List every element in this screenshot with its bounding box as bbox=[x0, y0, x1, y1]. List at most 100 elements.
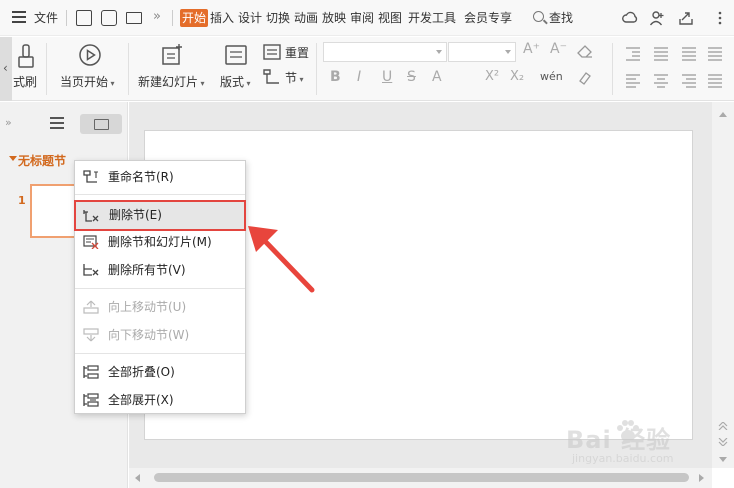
vertical-scrollbar[interactable] bbox=[712, 102, 734, 468]
dropdown-arrow-icon: ▾ bbox=[297, 75, 304, 84]
more-options-icon[interactable] bbox=[712, 10, 728, 26]
font-family-dropdown[interactable] bbox=[323, 42, 447, 62]
menu-item-label: 删除节和幻灯片(M) bbox=[108, 235, 212, 249]
font-color-icon[interactable]: A bbox=[432, 69, 442, 85]
search-icon[interactable] bbox=[533, 11, 544, 22]
thumbnail-view-button[interactable] bbox=[80, 114, 122, 134]
dropdown-arrow-icon bbox=[436, 50, 442, 54]
menu-divider bbox=[75, 288, 245, 289]
baidu-watermark: Bai 经验 jingyan.baidu.com bbox=[566, 412, 706, 472]
strikethrough-icon[interactable]: S bbox=[407, 69, 416, 85]
tab-member[interactable]: 会员专享 bbox=[464, 9, 512, 27]
print-icon[interactable] bbox=[126, 12, 142, 24]
new-slide-icon[interactable] bbox=[160, 43, 184, 67]
ribbon-divider bbox=[128, 43, 129, 95]
tab-review[interactable]: 审阅 bbox=[350, 9, 374, 27]
section-title[interactable]: 无标题节 bbox=[8, 152, 66, 169]
underline-icon[interactable]: U bbox=[382, 69, 392, 85]
slide-number: 1 bbox=[18, 194, 26, 207]
search-label[interactable]: 查找 bbox=[549, 9, 573, 27]
tab-insert[interactable]: 插入 bbox=[210, 9, 234, 27]
scroll-right-icon[interactable] bbox=[699, 474, 704, 482]
menu-item-expand-all[interactable]: 全部展开(X) bbox=[75, 388, 245, 412]
menu-item-label: 向下移动节(W) bbox=[108, 328, 190, 342]
shrink-font-icon[interactable]: A⁻ bbox=[550, 41, 567, 57]
cloud-sync-icon[interactable] bbox=[622, 10, 638, 26]
menu-item-label: 全部折叠(O) bbox=[108, 365, 175, 379]
reset-icon[interactable] bbox=[263, 44, 281, 60]
paragraph-tools[interactable] bbox=[624, 45, 730, 95]
play-from-current-icon[interactable] bbox=[78, 43, 102, 67]
clear-format-icon[interactable] bbox=[577, 44, 593, 58]
next-slide-icon[interactable] bbox=[718, 438, 728, 446]
watermark-site: jingyan.baidu.com bbox=[572, 452, 674, 465]
scroll-down-icon[interactable] bbox=[719, 457, 727, 462]
highlight-icon[interactable] bbox=[577, 70, 593, 86]
layout-icon[interactable] bbox=[224, 43, 248, 67]
tab-developer[interactable]: 开发工具 bbox=[408, 9, 456, 27]
menu-item-move-section-down[interactable]: 向下移动节(W) bbox=[75, 323, 245, 347]
section-button[interactable]: 节 ▾ bbox=[285, 69, 304, 86]
outline-view-icon[interactable] bbox=[50, 117, 64, 129]
ribbon-toolbar: ‹ 式刷 当页开始 ▾ 新建幻灯片 ▾ 版式 ▾ 重置 节 ▾ A⁺ A⁻ B … bbox=[0, 37, 734, 101]
previous-slide-icon[interactable] bbox=[718, 422, 728, 430]
section-icon[interactable] bbox=[263, 69, 281, 85]
menu-item-rename-section[interactable]: 重命名节(R) bbox=[75, 165, 245, 189]
dropdown-arrow-icon: ▾ bbox=[108, 79, 115, 88]
ribbon-divider bbox=[612, 43, 613, 95]
expand-all-icon bbox=[83, 393, 99, 407]
collapse-all-icon bbox=[83, 365, 99, 379]
menu-item-label: 向上移动节(U) bbox=[108, 300, 187, 314]
tab-design[interactable]: 设计 bbox=[238, 9, 262, 27]
superscript-icon[interactable]: X² bbox=[485, 69, 499, 84]
move-up-icon bbox=[83, 300, 99, 314]
menu-item-label: 重命名节(R) bbox=[108, 170, 174, 184]
chevron-left-icon: ‹ bbox=[3, 61, 8, 75]
reset-button[interactable]: 重置 bbox=[285, 44, 309, 61]
play-from-current-button[interactable]: 当页开始 ▾ bbox=[60, 73, 115, 90]
menu-item-delete-all-sections[interactable]: 删除所有节(V) bbox=[75, 258, 245, 282]
menubar-divider bbox=[66, 10, 67, 26]
export-pdf-icon[interactable] bbox=[101, 10, 117, 26]
format-painter-button[interactable]: 式刷 bbox=[13, 73, 37, 90]
ribbon-divider bbox=[46, 43, 47, 95]
grow-font-icon[interactable]: A⁺ bbox=[523, 41, 540, 57]
dropdown-arrow-icon: ▾ bbox=[198, 79, 205, 88]
menu-item-label: 删除节(E) bbox=[109, 208, 162, 222]
ribbon-scroll-left-button[interactable]: ‹ bbox=[0, 37, 12, 101]
bold-icon[interactable]: B bbox=[330, 69, 341, 85]
collaborate-icon[interactable] bbox=[649, 10, 665, 26]
menu-item-collapse-all[interactable]: 全部折叠(O) bbox=[75, 360, 245, 384]
file-menu[interactable]: 文件 bbox=[34, 9, 58, 27]
tab-animation[interactable]: 动画 bbox=[294, 9, 318, 27]
tab-home[interactable]: 开始 bbox=[180, 9, 209, 27]
menu-item-delete-section[interactable]: 删除节(E) bbox=[74, 200, 246, 231]
dropdown-arrow-icon bbox=[505, 50, 511, 54]
scroll-up-icon[interactable] bbox=[719, 112, 727, 117]
delete-section-slides-icon bbox=[83, 235, 99, 249]
hamburger-menu-icon[interactable] bbox=[12, 11, 26, 23]
layout-button[interactable]: 版式 ▾ bbox=[220, 73, 251, 90]
new-slide-button[interactable]: 新建幻灯片 ▾ bbox=[138, 73, 205, 90]
move-down-icon bbox=[83, 328, 99, 342]
menu-bar: 文件 » 开始 插入 设计 切换 动画 放映 审阅 视图 开发工具 会员专享 查… bbox=[0, 0, 734, 36]
tab-transitions[interactable]: 切换 bbox=[266, 9, 290, 27]
format-painter-icon[interactable] bbox=[16, 43, 36, 71]
more-quick-tools-icon[interactable]: » bbox=[153, 8, 161, 26]
scroll-left-icon[interactable] bbox=[135, 474, 140, 482]
share-icon[interactable] bbox=[678, 10, 694, 26]
horizontal-scroll-thumb[interactable] bbox=[154, 473, 689, 482]
menu-divider bbox=[75, 353, 245, 354]
delete-section-icon bbox=[83, 210, 99, 222]
expand-panel-icon[interactable]: » bbox=[5, 116, 12, 129]
font-size-dropdown[interactable] bbox=[448, 42, 516, 62]
subscript-icon[interactable]: X₂ bbox=[510, 69, 524, 84]
tab-slideshow[interactable]: 放映 bbox=[322, 9, 346, 27]
italic-icon[interactable]: I bbox=[357, 69, 361, 85]
paw-logo-icon bbox=[617, 420, 639, 442]
menu-item-move-section-up[interactable]: 向上移动节(U) bbox=[75, 295, 245, 319]
tab-view[interactable]: 视图 bbox=[378, 9, 402, 27]
save-icon[interactable] bbox=[76, 10, 92, 26]
menu-item-delete-section-and-slides[interactable]: 删除节和幻灯片(M) bbox=[75, 230, 245, 254]
phonetic-guide-icon[interactable]: wén bbox=[540, 70, 563, 83]
